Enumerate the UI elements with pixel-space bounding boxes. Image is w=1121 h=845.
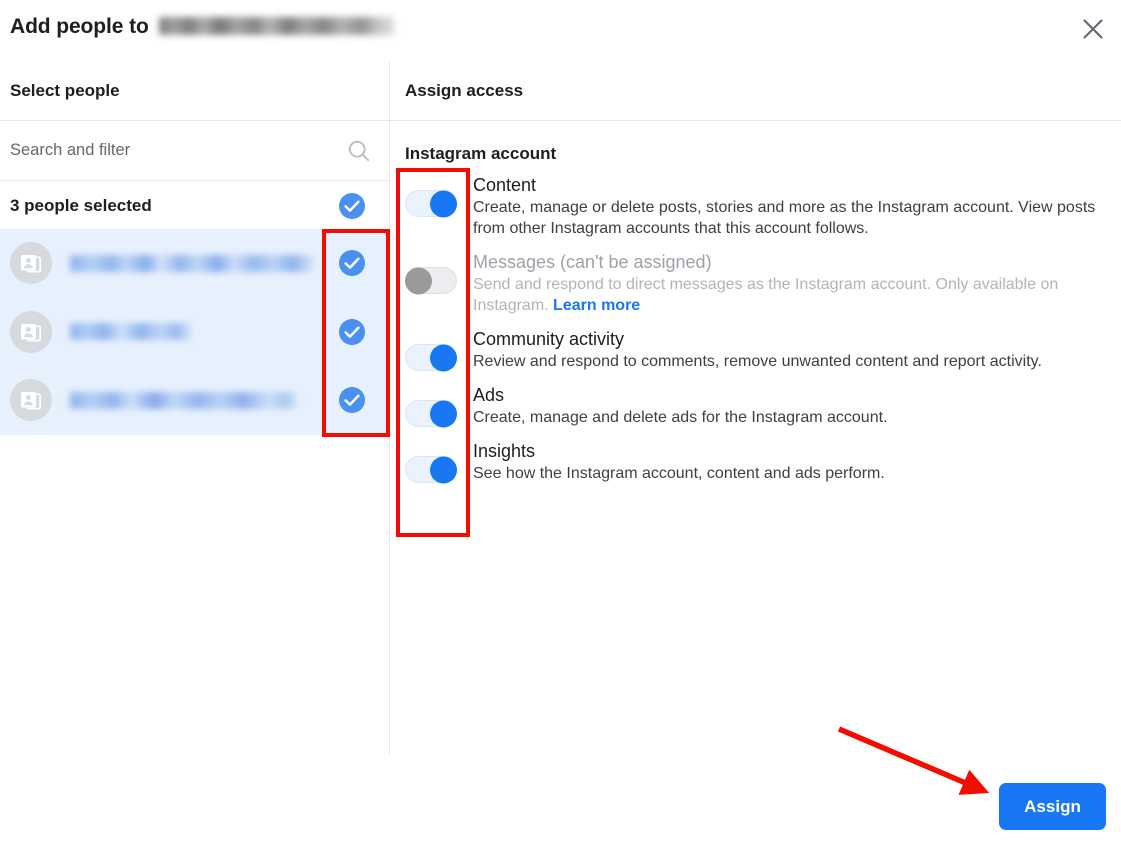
- assign-button[interactable]: Assign: [999, 783, 1106, 830]
- toggle-knob: [405, 267, 432, 294]
- toggle-knob: [430, 456, 457, 483]
- dialog-header: Add people to: [0, 0, 1121, 58]
- person-name-redacted: [70, 254, 315, 272]
- permission-description: Review and respond to comments, remove u…: [473, 353, 1042, 370]
- page-title: Add people to: [10, 15, 394, 39]
- permission-text: Content Create, manage or delete posts, …: [473, 172, 1105, 239]
- avatar: [10, 379, 52, 422]
- list-item[interactable]: [0, 297, 389, 366]
- permission-text: Messages (can't be assigned) Send and re…: [473, 249, 1105, 316]
- page-title-redacted-account: [158, 17, 394, 35]
- selected-count-label: 3 people selected: [10, 195, 152, 215]
- permission-row-content: Content Create, manage or delete posts, …: [405, 172, 1105, 239]
- search-input[interactable]: [10, 135, 310, 166]
- toggle-wrap: [405, 249, 473, 294]
- toggle-wrap: [405, 382, 473, 427]
- permission-title: Ads: [473, 385, 505, 405]
- list-item[interactable]: [0, 229, 389, 298]
- permission-title: Community activity: [473, 329, 625, 349]
- permission-description: See how the Instagram account, content a…: [473, 465, 885, 482]
- permission-description: Create, manage and delete ads for the In…: [473, 409, 888, 426]
- permission-title: Messages (can't be assigned): [473, 252, 712, 272]
- learn-more-link[interactable]: Learn more: [553, 297, 640, 314]
- person-checkbox[interactable]: [339, 387, 365, 414]
- ads-toggle[interactable]: [405, 400, 457, 427]
- close-button[interactable]: [1073, 9, 1113, 49]
- select-all-checkbox[interactable]: [339, 192, 365, 219]
- select-people-heading: Select people: [10, 81, 120, 100]
- permission-title: Insights: [473, 441, 536, 461]
- messages-toggle: [405, 267, 457, 294]
- permission-list: Content Create, manage or delete posts, …: [405, 172, 1105, 494]
- assign-access-heading: Assign access: [405, 81, 524, 100]
- person-checkbox[interactable]: [339, 318, 365, 345]
- right-header-divider: [390, 120, 1121, 121]
- permission-description: Send and respond to direct messages as t…: [473, 274, 1105, 316]
- close-icon: [1082, 18, 1104, 40]
- list-item[interactable]: [0, 366, 389, 435]
- search-row: [0, 121, 389, 181]
- avatar: [10, 242, 52, 285]
- permission-text: Insights See how the Instagram account, …: [473, 438, 1105, 484]
- permission-title: Content: [473, 175, 537, 195]
- toggle-knob: [430, 400, 457, 427]
- person-checkbox[interactable]: [339, 250, 365, 277]
- toggle-wrap: [405, 326, 473, 371]
- person-name-redacted: [70, 391, 298, 409]
- instagram-account-section-title: Instagram account: [405, 144, 557, 163]
- person-name-redacted: [70, 323, 192, 341]
- permission-row-messages: Messages (can't be assigned) Send and re…: [405, 249, 1105, 316]
- annotation-arrow-to-assign: [837, 726, 990, 795]
- avatar: [10, 310, 52, 353]
- permission-text: Ads Create, manage and delete ads for th…: [473, 382, 1105, 428]
- permission-text: Community activity Review and respond to…: [473, 326, 1105, 372]
- insights-toggle[interactable]: [405, 456, 457, 483]
- toggle-knob: [430, 190, 457, 217]
- permission-row-insights: Insights See how the Instagram account, …: [405, 438, 1105, 484]
- community-activity-toggle[interactable]: [405, 344, 457, 371]
- pane-divider: [389, 62, 390, 754]
- toggle-knob: [430, 344, 457, 371]
- people-list: [0, 229, 389, 435]
- permission-row-ads: Ads Create, manage and delete ads for th…: [405, 382, 1105, 428]
- permission-row-community-activity: Community activity Review and respond to…: [405, 326, 1105, 372]
- toggle-wrap: [405, 172, 473, 217]
- selected-count-row[interactable]: 3 people selected: [0, 182, 389, 229]
- permission-description: Create, manage or delete posts, stories …: [473, 199, 1096, 237]
- page-title-prefix: Add people to: [10, 15, 149, 38]
- search-icon[interactable]: [347, 139, 371, 163]
- add-people-dialog: Add people to Select people Assign acces…: [0, 0, 1121, 845]
- content-toggle[interactable]: [405, 190, 457, 217]
- toggle-wrap: [405, 438, 473, 483]
